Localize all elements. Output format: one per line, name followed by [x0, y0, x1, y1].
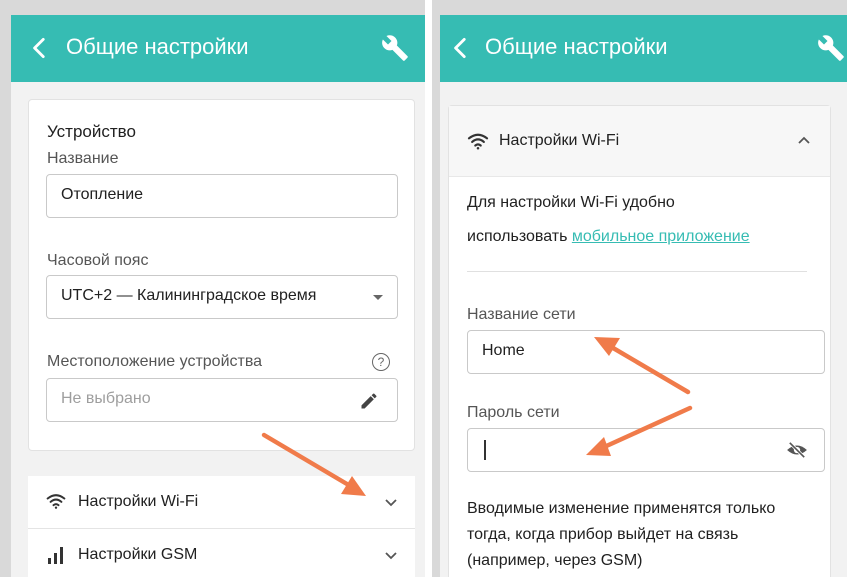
page-title: Общие настройки [485, 34, 668, 59]
password-label: Пароль сети [467, 404, 560, 421]
accordion-wifi[interactable]: Настройки Wi-Fi [28, 476, 415, 529]
wifi-settings-card: Настройки Wi-Fi Для настройки Wi-Fi удоб… [448, 105, 831, 577]
chevron-down-icon [385, 499, 397, 507]
right-screenshot: Общие настройки Настройки Wi-Fi Для наст… [432, 0, 847, 577]
location-placeholder: Не выбрано [61, 390, 151, 407]
password-input[interactable] [467, 428, 825, 472]
timezone-select[interactable]: UTC+2 — Калининградское время [46, 275, 398, 319]
name-label: Название [47, 150, 119, 167]
dropdown-arrow-icon [373, 295, 383, 300]
device-name-input[interactable]: Отопление [46, 174, 398, 218]
location-input[interactable]: Не выбрано [46, 378, 398, 422]
app-bar: Общие настройки [440, 15, 847, 82]
timezone-value: UTC+2 — Калининградское время [61, 287, 317, 304]
accordion-wifi-header[interactable]: Настройки Wi-Fi [449, 106, 830, 177]
wrench-icon[interactable] [817, 34, 845, 62]
accordion-gsm[interactable]: Настройки GSM [28, 529, 415, 577]
text-caret [484, 440, 486, 460]
chevron-left-icon[interactable] [448, 35, 474, 61]
right-screen: Общие настройки Настройки Wi-Fi Для наст… [440, 15, 847, 577]
timezone-label: Часовой пояс [47, 252, 149, 269]
network-name-label: Название сети [467, 306, 576, 323]
wrench-icon[interactable] [381, 34, 409, 62]
left-screen: Общие настройки Устройство Название Отоп… [11, 15, 425, 577]
page-title: Общие настройки [66, 34, 249, 59]
location-label: Местоположение устройства [47, 353, 263, 370]
device-section-title: Устройство [47, 122, 136, 141]
chevron-up-icon [798, 136, 810, 144]
wifi-icon [46, 494, 66, 509]
network-name-value: Home [482, 342, 525, 359]
apply-note-line2: тогда, когда прибор выйдет на связь [467, 526, 739, 543]
divider [467, 271, 807, 272]
device-settings-card: Устройство Название Отопление Часовой по… [28, 99, 415, 451]
apply-note: Вводимые изменение применятся только тог… [467, 496, 775, 574]
wifi-intro-line2: использовать мобильное приложение [467, 220, 750, 254]
wifi-section-title: Настройки Wi-Fi [499, 132, 620, 149]
network-name-input[interactable]: Home [467, 330, 825, 374]
accordion-gsm-label: Настройки GSM [78, 546, 198, 563]
eye-off-icon[interactable] [786, 441, 808, 459]
pencil-icon[interactable] [359, 391, 379, 411]
device-name-value: Отопление [61, 186, 144, 203]
app-bar: Общие настройки [11, 15, 425, 82]
help-icon[interactable]: ? [372, 353, 390, 371]
chevron-down-icon [385, 552, 397, 560]
wifi-intro-line1: Для настройки Wi-Fi удобно [467, 194, 675, 211]
apply-note-line1: Вводимые изменение применятся только [467, 500, 776, 517]
chevron-left-icon[interactable] [27, 35, 53, 61]
apply-note-line3: (например, через GSM) [467, 552, 643, 569]
left-screenshot: Общие настройки Устройство Название Отоп… [0, 0, 425, 577]
mobile-app-link[interactable]: мобильное приложение [572, 228, 750, 245]
wifi-intro-text: Для настройки Wi-Fi удобно использовать … [467, 186, 750, 254]
accordion-wifi-label: Настройки Wi-Fi [78, 493, 199, 510]
signal-bars-icon [48, 547, 63, 564]
wifi-icon [467, 133, 489, 150]
wifi-intro-prefix: использовать [467, 228, 568, 245]
